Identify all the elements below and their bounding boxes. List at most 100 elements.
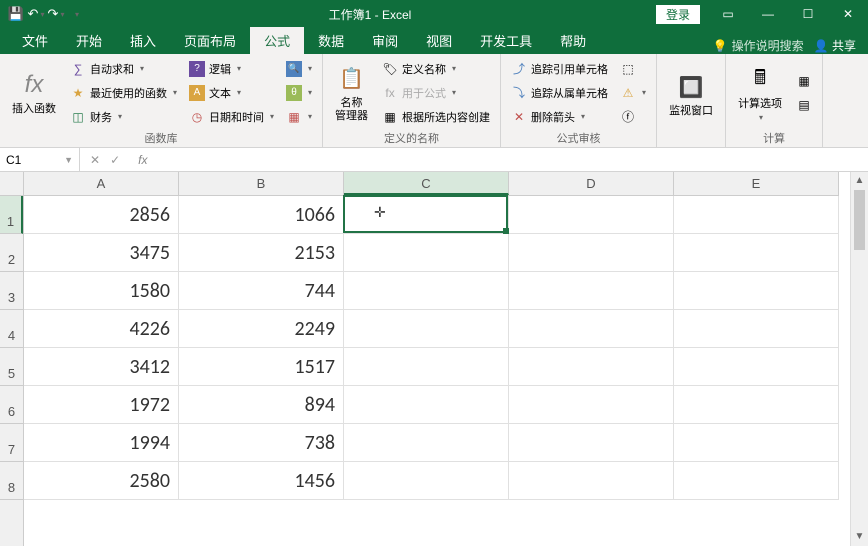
save-icon[interactable]: 💾 xyxy=(8,6,24,22)
cell[interactable]: 2153 xyxy=(179,234,344,272)
create-from-selection-button[interactable]: ▦根据所选内容创建 xyxy=(378,106,494,128)
cell[interactable]: 1580 xyxy=(24,272,179,310)
minimize-icon[interactable]: — xyxy=(748,0,788,28)
cell[interactable]: 2580 xyxy=(24,462,179,500)
watch-window-button[interactable]: 🔲 监视窗口 xyxy=(663,57,719,132)
ribbon-options-icon[interactable]: ▭ xyxy=(708,0,748,28)
cell[interactable] xyxy=(344,234,509,272)
cell[interactable] xyxy=(674,196,839,234)
cell[interactable]: 744 xyxy=(179,272,344,310)
cell[interactable]: 1972 xyxy=(24,386,179,424)
trace-dependents-button[interactable]: ⤵追踪从属单元格 xyxy=(507,82,612,104)
undo-icon[interactable]: ↶▾ xyxy=(28,6,44,22)
cell[interactable] xyxy=(674,272,839,310)
maximize-icon[interactable]: ☐ xyxy=(788,0,828,28)
datetime-button[interactable]: ◷日期和时间▾ xyxy=(185,106,278,128)
cell[interactable] xyxy=(344,348,509,386)
cell[interactable] xyxy=(674,424,839,462)
tab-view[interactable]: 视图 xyxy=(412,27,466,54)
row-header[interactable]: 1 xyxy=(0,196,23,234)
column-header[interactable]: E xyxy=(674,172,839,195)
cell[interactable]: 1517 xyxy=(179,348,344,386)
cell[interactable] xyxy=(344,386,509,424)
redo-icon[interactable]: ↷▾ xyxy=(48,6,64,22)
column-header[interactable]: A xyxy=(24,172,179,195)
select-all-corner[interactable] xyxy=(0,172,24,196)
tab-file[interactable]: 文件 xyxy=(8,27,62,54)
scroll-up-icon[interactable]: ▲ xyxy=(851,172,868,190)
cell[interactable] xyxy=(674,234,839,272)
cell[interactable] xyxy=(674,386,839,424)
qat-customize-icon[interactable]: ▾ xyxy=(68,6,84,22)
column-header[interactable]: D xyxy=(509,172,674,195)
remove-arrows-button[interactable]: ✕删除箭头▾ xyxy=(507,106,612,128)
cell[interactable] xyxy=(344,424,509,462)
lookup-button[interactable]: 🔍▾ xyxy=(282,58,316,80)
enter-formula-icon[interactable]: ✓ xyxy=(110,153,120,167)
cell[interactable]: 3412 xyxy=(24,348,179,386)
tab-data[interactable]: 数据 xyxy=(304,27,358,54)
cell[interactable]: 738 xyxy=(179,424,344,462)
name-box[interactable]: C1 ▼ xyxy=(0,148,80,171)
tab-insert[interactable]: 插入 xyxy=(116,27,170,54)
cell[interactable] xyxy=(674,348,839,386)
cell[interactable] xyxy=(509,424,674,462)
cell[interactable] xyxy=(344,272,509,310)
row-header[interactable]: 2 xyxy=(0,234,23,272)
fx-icon[interactable]: fx xyxy=(130,153,147,167)
tab-help[interactable]: 帮助 xyxy=(546,27,600,54)
math-button[interactable]: θ▾ xyxy=(282,82,316,104)
tab-home[interactable]: 开始 xyxy=(62,27,116,54)
tell-me-search[interactable]: 💡 操作说明搜索 xyxy=(713,37,804,54)
calc-sheet-button[interactable]: ▤ xyxy=(792,94,816,116)
autosum-button[interactable]: ∑自动求和▾ xyxy=(66,58,181,80)
cell[interactable] xyxy=(674,462,839,500)
tab-page-layout[interactable]: 页面布局 xyxy=(170,27,250,54)
cell[interactable]: 1456 xyxy=(179,462,344,500)
cell[interactable] xyxy=(344,462,509,500)
row-header[interactable]: 8 xyxy=(0,462,23,500)
cell[interactable]: 1066 xyxy=(179,196,344,234)
more-functions-button[interactable]: ▦▾ xyxy=(282,106,316,128)
cell[interactable] xyxy=(674,310,839,348)
cell[interactable] xyxy=(509,386,674,424)
cell[interactable]: 2249 xyxy=(179,310,344,348)
name-manager-button[interactable]: 📋 名称 管理器 xyxy=(329,57,374,128)
show-formulas-button[interactable]: ⬚ xyxy=(616,58,650,80)
column-header[interactable]: B xyxy=(179,172,344,195)
calculation-options-button[interactable]: 🖩 计算选项 ▾ xyxy=(732,57,788,128)
cell[interactable] xyxy=(509,348,674,386)
tab-developer[interactable]: 开发工具 xyxy=(466,27,546,54)
column-header[interactable]: C xyxy=(344,172,509,195)
cell[interactable] xyxy=(509,462,674,500)
row-header[interactable]: 7 xyxy=(0,424,23,462)
cells-area[interactable]: 2856106634752153158074442262249341215171… xyxy=(24,196,850,546)
text-button[interactable]: A文本▾ xyxy=(185,82,278,104)
share-button[interactable]: 👤 共享 xyxy=(814,37,856,54)
cell[interactable] xyxy=(344,196,509,234)
define-name-button[interactable]: 🏷定义名称▾ xyxy=(378,58,494,80)
financial-button[interactable]: ◫财务▾ xyxy=(66,106,181,128)
row-header[interactable]: 4 xyxy=(0,310,23,348)
cell[interactable]: 3475 xyxy=(24,234,179,272)
cell[interactable]: 1994 xyxy=(24,424,179,462)
vertical-scrollbar[interactable]: ▲ ▼ xyxy=(850,172,868,546)
cell[interactable] xyxy=(509,310,674,348)
cell[interactable]: 894 xyxy=(179,386,344,424)
cancel-formula-icon[interactable]: ✕ xyxy=(90,153,100,167)
use-in-formula-button[interactable]: fx用于公式▾ xyxy=(378,82,494,104)
calc-now-button[interactable]: ▦ xyxy=(792,70,816,92)
error-checking-button[interactable]: ⚠▾ xyxy=(616,82,650,104)
cell[interactable]: 2856 xyxy=(24,196,179,234)
row-header[interactable]: 3 xyxy=(0,272,23,310)
row-header[interactable]: 5 xyxy=(0,348,23,386)
evaluate-formula-button[interactable]: ⓕ xyxy=(616,106,650,128)
scroll-thumb[interactable] xyxy=(854,190,865,250)
logical-button[interactable]: ?逻辑▾ xyxy=(185,58,278,80)
tab-formulas[interactable]: 公式 xyxy=(250,27,304,54)
close-icon[interactable]: ✕ xyxy=(828,0,868,28)
scroll-down-icon[interactable]: ▼ xyxy=(851,528,868,546)
login-button[interactable]: 登录 xyxy=(656,5,700,24)
cell[interactable]: 4226 xyxy=(24,310,179,348)
row-header[interactable]: 6 xyxy=(0,386,23,424)
